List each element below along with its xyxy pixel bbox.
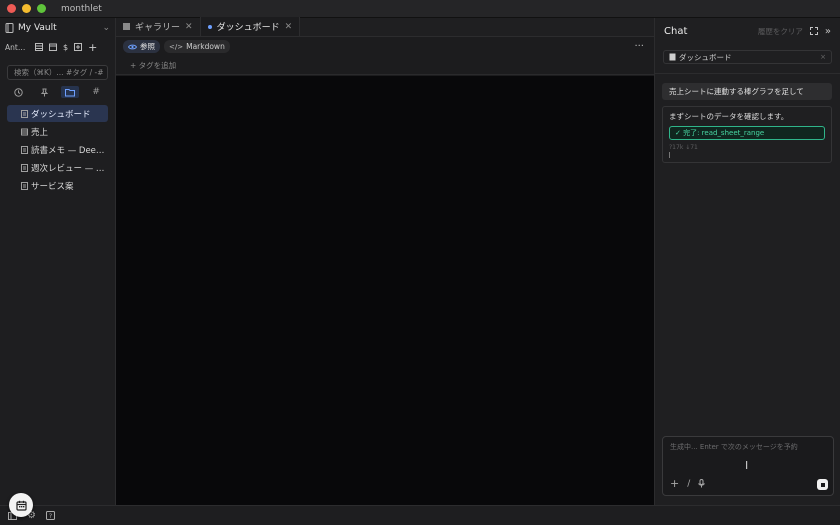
sidebar-item-dashboard[interactable]: ダッシュボード	[7, 105, 108, 122]
sidebar-item-label: サービス案	[31, 181, 74, 192]
tab-bar: ギャラリー ✕ ダッシュボード ✕	[116, 17, 654, 37]
vault-name: My Vault	[18, 23, 57, 33]
stop-icon	[820, 482, 825, 487]
collapse-panel-icon[interactable]: »	[825, 26, 831, 37]
chat-header: Chat 履歴をクリア »	[655, 18, 840, 44]
sidebar-view-tabs: #	[0, 85, 115, 99]
svg-text:?: ?	[49, 512, 52, 520]
vault-switcher[interactable]: My Vault ⌄	[0, 18, 115, 38]
tab-label: ダッシュボード	[216, 23, 280, 33]
recent-icon[interactable]	[10, 86, 28, 98]
divider	[655, 73, 840, 74]
microphone-icon[interactable]	[698, 479, 705, 488]
calendar-fab-button[interactable]	[9, 493, 33, 517]
editor-pane: ギャラリー ✕ ダッシュボード ✕ 参照 </> Markdown ··· + …	[116, 17, 654, 505]
token-usage: ?17k ↓71	[669, 144, 698, 151]
mode-bar: 参照 </> Markdown ···	[116, 37, 654, 56]
tab-gallery[interactable]: ギャラリー ✕	[116, 17, 201, 36]
search-input[interactable]: 検索（⌘K）... #タグ / -#	[7, 65, 108, 80]
sidebar-item-label: 売上	[31, 127, 49, 138]
sidebar-item-service-ideas[interactable]: サービス案	[7, 177, 108, 194]
slash-command-icon[interactable]: /	[687, 479, 690, 489]
expand-icon[interactable]	[809, 27, 818, 35]
provider-selector[interactable]: Anthropic	[5, 43, 29, 52]
chat-panel: Chat 履歴をクリア » ダッシュボード × 売上シートに連動する棒グラフを足…	[654, 18, 840, 505]
document-icon	[21, 109, 28, 118]
calendar-icon[interactable]	[49, 43, 57, 51]
tab-dashboard[interactable]: ダッシュボード ✕	[200, 17, 301, 36]
composer-tools: + /	[670, 477, 705, 490]
minimize-window-button[interactable]	[22, 4, 31, 13]
assistant-message: まずシートのデータを確認します。 ✓ 完了: read_sheet_range …	[662, 106, 832, 163]
sidebar-item-label: 週次レビュー — 6月	[31, 163, 108, 174]
composer-input[interactable]: 生成中... Enter で次のメッセージを予約	[670, 442, 798, 452]
document-icon	[21, 145, 28, 154]
close-icon[interactable]: ✕	[285, 22, 293, 32]
add-tag-button[interactable]: + タグを追加	[116, 56, 654, 75]
unsaved-dot-icon	[207, 24, 212, 29]
new-sheet-icon[interactable]	[74, 43, 83, 51]
remove-context-icon[interactable]: ×	[820, 53, 826, 61]
context-file-name: ダッシュボード	[679, 52, 732, 62]
document-icon	[669, 53, 676, 61]
file-tree: ダッシュボード 売上 読書メモ — Deep Work 週次レビュー — 6月 …	[0, 105, 115, 194]
status-bar: ⚙ ?	[0, 505, 840, 525]
document-icon	[21, 181, 28, 190]
maximize-window-button[interactable]	[37, 4, 46, 13]
tool-call-status[interactable]: ✓ 完了: read_sheet_range	[669, 126, 825, 140]
text-cursor-icon: I	[745, 459, 749, 472]
pin-icon[interactable]	[36, 86, 54, 98]
sheet-icon	[21, 128, 28, 136]
more-options-icon[interactable]: ···	[634, 41, 644, 52]
tab-label: ギャラリー	[135, 23, 181, 33]
markdown-mode-button[interactable]: </> Markdown	[164, 40, 230, 53]
eye-icon	[128, 44, 137, 50]
sidebar-item-sales[interactable]: 売上	[7, 123, 108, 140]
assistant-message-text: まずシートのデータを確認します。	[669, 112, 789, 121]
dollar-icon[interactable]: $	[63, 43, 68, 52]
view-mode-button[interactable]: 参照	[123, 40, 160, 53]
chat-composer[interactable]: 生成中... Enter で次のメッセージを予約 I + /	[662, 436, 834, 496]
close-icon[interactable]: ✕	[185, 22, 193, 32]
help-icon[interactable]: ?	[45, 511, 55, 520]
sidebar: My Vault ⌄ Anthropic $ + 検索（⌘K）... #タグ /…	[0, 18, 116, 505]
calendar-icon	[15, 500, 27, 511]
user-message: 売上シートに連動する棒グラフを足して	[662, 83, 832, 100]
chat-title: Chat	[664, 25, 688, 37]
close-window-button[interactable]	[7, 4, 16, 13]
window-controls	[7, 4, 46, 13]
editor-canvas[interactable]	[116, 76, 654, 505]
sheet-icon[interactable]	[35, 43, 43, 51]
gallery-icon	[123, 23, 130, 30]
stop-generation-button[interactable]	[817, 479, 828, 490]
streaming-cursor	[669, 152, 670, 158]
markdown-mode-label: Markdown	[186, 42, 225, 51]
clear-history-button[interactable]: 履歴をクリア	[758, 26, 803, 37]
title-bar: monthlet	[0, 0, 840, 18]
vault-icon	[5, 23, 14, 33]
sidebar-item-label: 読書メモ — Deep Work	[31, 145, 108, 156]
context-file-chip[interactable]: ダッシュボード ×	[663, 50, 832, 64]
sidebar-item-weekly-review[interactable]: 週次レビュー — 6月	[7, 159, 108, 176]
hashtag-icon[interactable]: #	[87, 86, 105, 98]
code-icon: </>	[169, 42, 184, 51]
view-mode-label: 参照	[140, 42, 155, 51]
add-icon[interactable]: +	[88, 41, 97, 54]
document-icon	[21, 163, 28, 172]
attach-icon[interactable]: +	[670, 477, 679, 490]
sidebar-item-label: ダッシュボード	[31, 109, 91, 120]
folder-icon[interactable]	[61, 86, 80, 98]
sidebar-item-reading-notes[interactable]: 読書メモ — Deep Work	[7, 141, 108, 158]
sidebar-toolbar: Anthropic $ +	[0, 38, 115, 56]
chevron-down-icon: ⌄	[102, 23, 110, 33]
app-title: monthlet	[61, 3, 102, 14]
